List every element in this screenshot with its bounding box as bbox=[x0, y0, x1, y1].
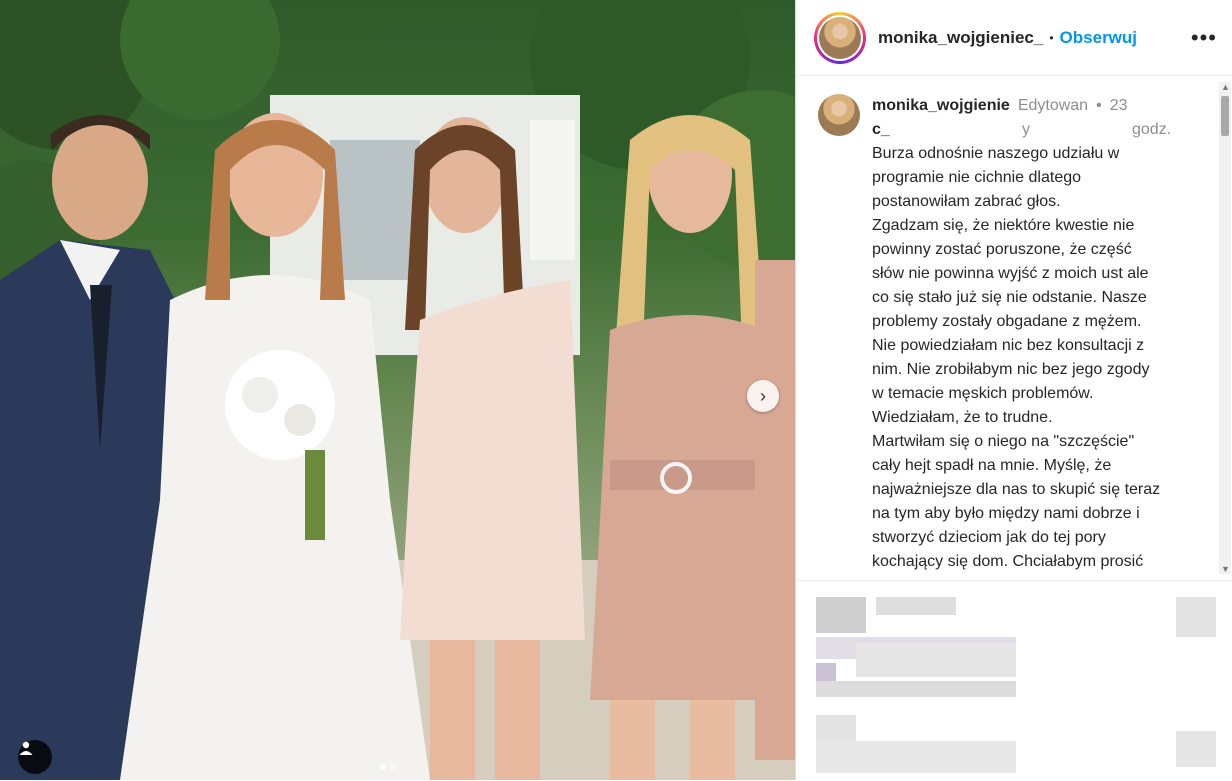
pixelated-comments-area bbox=[796, 580, 1232, 781]
caption-meta-line-2: c_ y godz. bbox=[872, 118, 1190, 142]
caption-scroll-area[interactable]: monika_wojgienie Edytowan • 23 c_ y godz… bbox=[796, 77, 1232, 580]
blurred-icon bbox=[1176, 597, 1216, 637]
next-slide-button[interactable]: › bbox=[747, 380, 779, 412]
separator-bullet: • bbox=[1049, 30, 1054, 45]
caption-avatar[interactable] bbox=[818, 94, 860, 136]
separator-bullet: • bbox=[1096, 97, 1102, 114]
blurred-text-block bbox=[876, 597, 956, 615]
timestamp: 23 bbox=[1109, 97, 1128, 114]
caption-meta-line-1: monika_wojgienie Edytowan • 23 bbox=[872, 94, 1190, 118]
profile-avatar-ring[interactable] bbox=[814, 11, 866, 64]
post-photo[interactable]: › bbox=[0, 0, 795, 780]
caption-username-link[interactable]: monika_wojgienie bbox=[872, 94, 1010, 118]
carousel-indicator bbox=[380, 764, 396, 770]
edited-label: Edytowan bbox=[1017, 97, 1089, 114]
blurred-text-block bbox=[856, 643, 1016, 677]
post-username-link[interactable]: monika_wojgieniec_ bbox=[878, 28, 1043, 48]
tagged-users-button[interactable] bbox=[18, 740, 52, 774]
post-photo-illustration bbox=[0, 0, 795, 780]
post-sidebar: monika_wojgieniec_ • Obserwuj ••• monika… bbox=[795, 0, 1232, 780]
carousel-dot bbox=[390, 764, 396, 770]
user-tag-icon bbox=[19, 741, 33, 755]
caption-scrollbar[interactable]: ▲ ▼ bbox=[1219, 82, 1231, 574]
caption-username-continuation[interactable]: c_ bbox=[872, 118, 992, 142]
blurred-text-block bbox=[816, 741, 1016, 773]
scroll-down-arrow-icon[interactable]: ▼ bbox=[1221, 564, 1230, 574]
blurred-text-block bbox=[816, 663, 836, 681]
blurred-avatar bbox=[816, 715, 856, 741]
caption-comment: monika_wojgienie Edytowan • 23 c_ y godz… bbox=[796, 77, 1232, 574]
chevron-right-icon: › bbox=[760, 385, 766, 406]
scroll-up-arrow-icon[interactable]: ▲ bbox=[1221, 82, 1230, 92]
follow-button[interactable]: Obserwuj bbox=[1060, 28, 1137, 48]
timestamp-unit: godz. bbox=[1132, 121, 1172, 138]
blurred-text-block bbox=[816, 681, 1016, 697]
edited-label-continuation: y bbox=[1022, 121, 1030, 138]
caption-text: Burza odnośnie naszego udziału w program… bbox=[872, 145, 1161, 570]
blurred-icon bbox=[1176, 731, 1216, 767]
more-options-icon[interactable]: ••• bbox=[1191, 25, 1217, 51]
scrollbar-thumb[interactable] bbox=[1221, 96, 1229, 136]
post-header: monika_wojgieniec_ • Obserwuj ••• bbox=[796, 0, 1232, 76]
avatar bbox=[819, 16, 861, 59]
blurred-avatar bbox=[816, 597, 866, 633]
carousel-dot-active bbox=[380, 764, 386, 770]
